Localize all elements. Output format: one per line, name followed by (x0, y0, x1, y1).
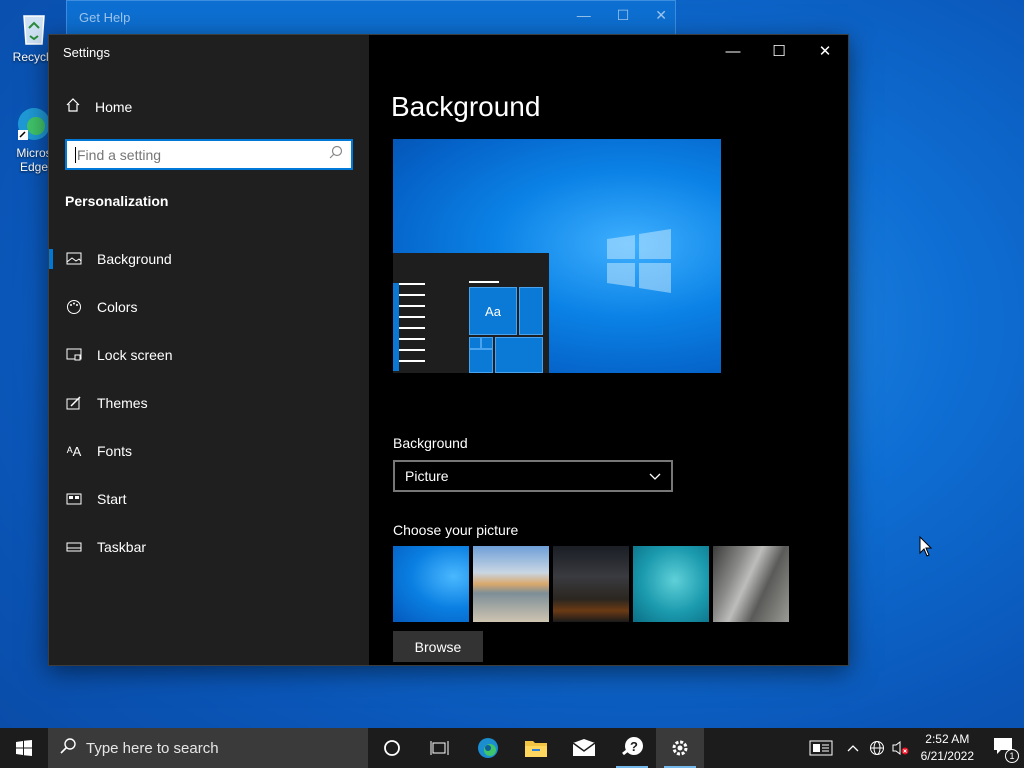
chevron-down-icon (649, 468, 661, 484)
cortana-icon (384, 740, 400, 756)
content-pane: Background Aa Background Picture Choose … (369, 35, 848, 665)
lock-screen-icon (65, 346, 83, 364)
sidebar-item-start[interactable]: Start (49, 475, 369, 523)
browse-button[interactable]: Browse (393, 631, 483, 662)
notification-count: 1 (1005, 748, 1019, 763)
search-placeholder: Find a setting (75, 146, 329, 163)
sidebar-item-label: Themes (97, 395, 148, 411)
choose-picture-label: Choose your picture (393, 522, 519, 538)
cortana-button[interactable] (368, 728, 416, 768)
sidebar-item-colors[interactable]: Colors (49, 283, 369, 331)
sidebar-item-label: Fonts (97, 443, 133, 459)
show-hidden-icons-button[interactable] (841, 728, 865, 768)
get-help-icon: ? (622, 737, 643, 756)
task-view-button[interactable] (416, 728, 464, 768)
sidebar-item-taskbar[interactable]: Taskbar (49, 523, 369, 571)
taskbar-icon (65, 538, 83, 556)
search-icon (329, 145, 343, 164)
mouse-cursor-icon (919, 536, 933, 557)
get-help-taskbar-button[interactable]: ? (608, 728, 656, 768)
windows-start-icon (16, 740, 32, 756)
start-button[interactable] (0, 728, 48, 768)
picture-icon (65, 250, 83, 268)
file-explorer-button[interactable] (512, 728, 560, 768)
preview-tile: Aa (469, 287, 517, 335)
search-icon (60, 738, 76, 758)
file-explorer-icon (525, 741, 547, 757)
search-input[interactable]: Find a setting (65, 139, 353, 170)
picture-thumb-night-sky[interactable] (553, 546, 629, 622)
sidebar-item-label: Taskbar (97, 539, 147, 555)
sidebar-item-background[interactable]: Background (49, 235, 369, 283)
close-button[interactable]: ✕ (655, 7, 667, 24)
sidebar-item-themes[interactable]: Themes (49, 379, 369, 427)
minimize-button[interactable]: — (577, 7, 591, 24)
home-icon (65, 97, 81, 116)
start-icon (65, 490, 83, 508)
taskbar: Type here to search ? 2:52 AM 6/21/2022 … (0, 728, 1024, 768)
taskbar-search-placeholder: Type here to search (86, 739, 219, 757)
clock-time: 2:52 AM (925, 732, 970, 746)
volume-button[interactable] (889, 728, 913, 768)
volume-muted-icon (892, 741, 909, 755)
task-view-icon (430, 741, 449, 755)
clock-date: 6/21/2022 (920, 749, 974, 763)
settings-taskbar-button[interactable] (656, 728, 704, 768)
page-title: Background (391, 91, 541, 122)
globe-icon (869, 741, 884, 755)
svg-text:?: ? (630, 739, 638, 754)
settings-icon (672, 740, 688, 756)
settings-window: Settings Home Find a setting Personaliza… (48, 34, 849, 666)
network-button[interactable] (865, 728, 889, 768)
sidebar-item-fonts[interactable]: ᴬA Fonts (49, 427, 369, 475)
home-label: Home (95, 98, 133, 115)
picture-thumb-underwater[interactable] (633, 546, 709, 622)
home-nav-item[interactable]: Home (65, 97, 132, 116)
edge-taskbar-button[interactable] (464, 728, 512, 768)
background-type-value: Picture (405, 468, 449, 484)
edge-icon (478, 738, 498, 758)
picture-thumb-rock-cliff[interactable] (713, 546, 789, 622)
themes-icon (65, 394, 83, 412)
sidebar: Settings Home Find a setting Personaliza… (49, 35, 369, 665)
background-preview: Aa (393, 139, 721, 373)
sidebar-item-label: Lock screen (97, 347, 173, 363)
windows-logo-icon (607, 229, 671, 293)
sidebar-item-label: Background (97, 251, 172, 267)
picture-thumb-windows-default[interactable] (393, 546, 469, 622)
mail-icon (572, 739, 596, 756)
sidebar-item-label: Colors (97, 299, 138, 315)
palette-icon (65, 298, 83, 316)
picture-thumb-beach-rocks[interactable] (473, 546, 549, 622)
start-menu-preview: Aa (393, 253, 549, 373)
fonts-icon: ᴬA (66, 443, 82, 459)
notification-icon: 1 (993, 737, 1019, 763)
news-widget-button[interactable] (801, 728, 841, 768)
notifications-button[interactable]: 1 (982, 728, 1024, 768)
taskbar-apps: ? (368, 728, 704, 768)
clock[interactable]: 2:52 AM 6/21/2022 (913, 731, 982, 765)
picture-thumbnails (393, 546, 789, 622)
background-type-select[interactable]: Picture (393, 460, 673, 492)
sidebar-nav: Background Colors Lock screen Themes ᴬA … (49, 235, 369, 571)
section-title: Personalization (65, 193, 169, 209)
get-help-window[interactable]: Get Help — ☐ ✕ (66, 0, 676, 36)
mail-button[interactable] (560, 728, 608, 768)
news-icon (809, 740, 833, 756)
taskbar-search-box[interactable]: Type here to search (48, 728, 368, 768)
window-title: Settings (63, 45, 110, 60)
get-help-title: Get Help (79, 10, 131, 25)
chevron-up-icon (847, 745, 859, 752)
sidebar-item-label: Start (97, 491, 127, 507)
sidebar-item-lock-screen[interactable]: Lock screen (49, 331, 369, 379)
maximize-button[interactable]: ☐ (617, 7, 630, 24)
background-label: Background (393, 435, 468, 451)
system-tray: 2:52 AM 6/21/2022 1 (801, 728, 1024, 768)
